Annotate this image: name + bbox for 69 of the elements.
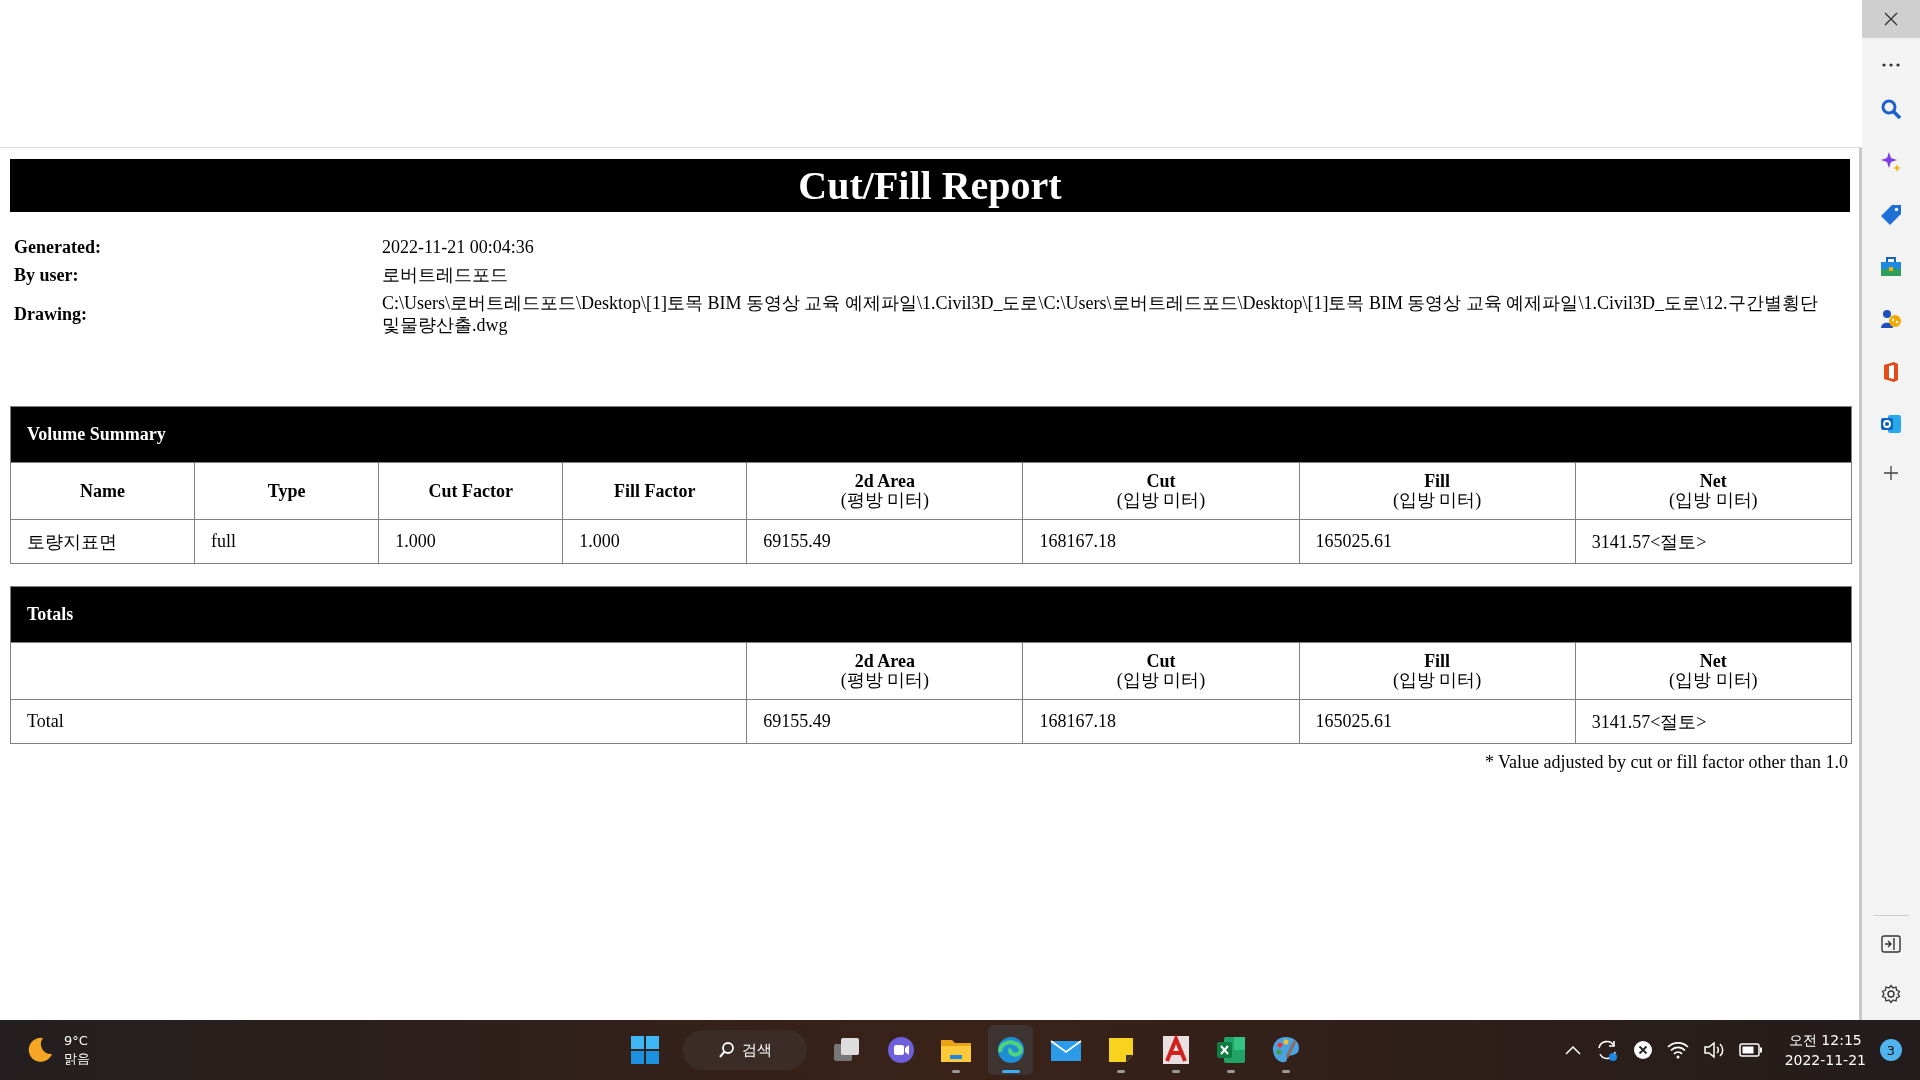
add-icon[interactable] [1883, 465, 1899, 481]
taskbar-app[interactable] [988, 1025, 1033, 1075]
column-header: Type [194, 462, 379, 520]
footnote: * Value adjusted by cut or fill factor other than 1.0 [1484, 752, 1849, 772]
info-label: Drawing: [14, 303, 88, 325]
battery-icon[interactable] [1738, 1043, 1763, 1057]
column-header: Cut (입방 미터) [1022, 642, 1300, 700]
table-cell: 69155.49 [746, 519, 1023, 564]
browser-icon [995, 1035, 1026, 1065]
wifi-icon[interactable] [1666, 1041, 1689, 1059]
clock-time: 오전 12:15 [1788, 1031, 1862, 1050]
column-header: Net (입방 미터) [1575, 462, 1852, 520]
info-value: C:\Users\로버트레드포드\Desktop\[1]토목 BIM 동영상 교육 예제파일\1.Civil3D_도로\C:\Users\로버트레드포드\Desktop\[1]토목 BIM 동영상 교육 예제파일\1.Civil3D_도로\12.구간별횡단및물량산출.dwg [382, 292, 1819, 336]
table-cell: 1.000 [562, 519, 747, 564]
settings-icon[interactable] [1881, 984, 1901, 1004]
column-header: Cut Factor [378, 462, 563, 520]
info-label: Generated: [14, 236, 102, 258]
section-header: Totals [10, 586, 1852, 643]
more-icon[interactable] [1882, 63, 1900, 67]
mail-app-icon[interactable] [1880, 414, 1902, 434]
temperature: 9°C [64, 1032, 89, 1050]
info-value: 로버트레드포드 [382, 264, 509, 286]
table-cell: 165025.61 [1299, 519, 1576, 564]
table-cell: Total [10, 699, 747, 744]
paint-palette-icon [1270, 1035, 1301, 1065]
volume-icon[interactable] [1702, 1041, 1725, 1059]
spreadsheet-icon [1215, 1036, 1246, 1064]
column-header: Net (입방 미터) [1575, 642, 1852, 700]
table-cell: 3141.57<절토> [1575, 699, 1852, 744]
tag-icon[interactable] [1880, 204, 1902, 226]
chevron-up-icon[interactable] [1564, 1045, 1581, 1055]
notification-badge[interactable]: 3 [1880, 1039, 1902, 1061]
letter-a-app-icon [1161, 1035, 1190, 1065]
search-icon[interactable] [1880, 98, 1902, 120]
column-header: Fill (입방 미터) [1299, 642, 1576, 700]
search-button[interactable]: 검색 [683, 1030, 807, 1070]
table-cell: 168167.18 [1022, 699, 1300, 744]
column-header: 2d Area (평방 미터) [746, 642, 1023, 700]
table-cell: full [194, 519, 379, 564]
table-cell: 3141.57<절토> [1575, 519, 1852, 564]
sparkle-icon[interactable] [1880, 151, 1902, 173]
section-header: Volume Summary [10, 406, 1852, 463]
column-header: Cut (입방 미터) [1022, 462, 1300, 520]
close-icon [1883, 11, 1899, 27]
column-header: Name [10, 462, 195, 520]
office-icon[interactable] [1881, 361, 1901, 383]
info-value: 2022-11-21 00:04:36 [382, 236, 535, 258]
clock-date: 2022-11-21 [1784, 1051, 1866, 1070]
clock[interactable]: 오전 12:15 2022-11-21 [1784, 1030, 1866, 1070]
report-title: Cut/Fill Report [10, 159, 1850, 212]
table-cell: 168167.18 [1022, 519, 1300, 564]
close-circle-icon[interactable] [1632, 1040, 1653, 1060]
column-header: 2d Area (평방 미터) [746, 462, 1023, 520]
weather-condition: 맑음 [64, 1050, 90, 1068]
table-cell: 1.000 [378, 519, 563, 564]
table-cell: 토량지표면 [10, 519, 195, 564]
search-icon [718, 1041, 736, 1059]
column-header: Fill (입방 미터) [1299, 462, 1576, 520]
table-cell: 69155.49 [746, 699, 1023, 744]
info-label: By user: [14, 264, 80, 286]
panel-icon[interactable] [1881, 935, 1901, 953]
moon-icon [26, 1036, 54, 1064]
sticky-note-icon [1106, 1036, 1135, 1064]
column-header: Fill Factor [562, 462, 747, 520]
windows-logo-icon [629, 1035, 660, 1065]
games-icon[interactable] [1880, 308, 1902, 330]
toolbox-icon[interactable] [1880, 257, 1902, 277]
video-chat-icon [885, 1035, 916, 1065]
table-cell: 165025.61 [1299, 699, 1576, 744]
